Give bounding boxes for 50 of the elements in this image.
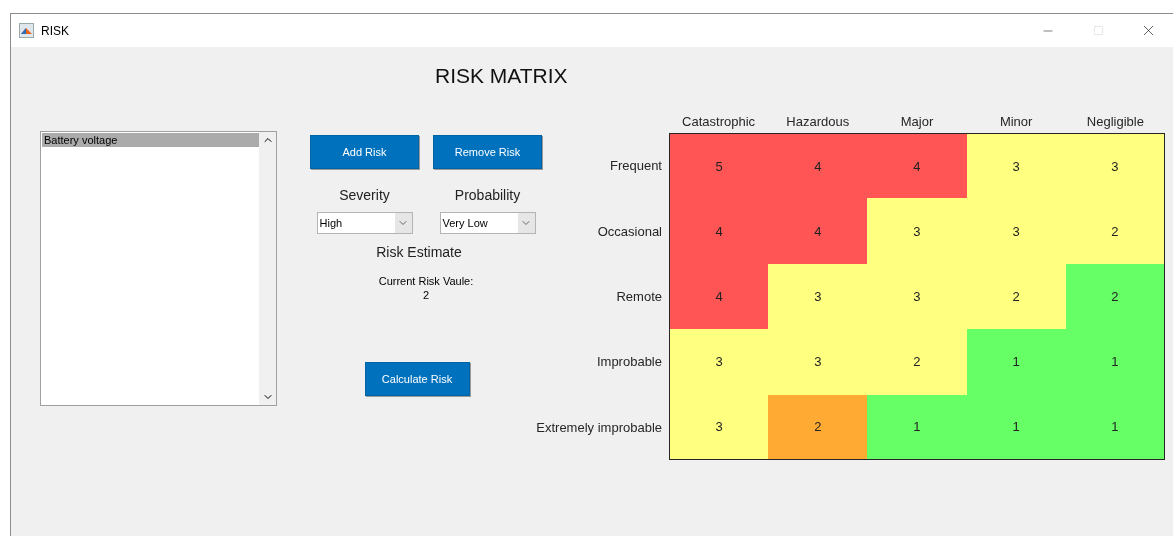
row-header: Frequent [609, 158, 662, 174]
matrix-cell: 5 [669, 133, 769, 199]
row-header: Remote [616, 288, 662, 304]
matrix-cell: 4 [669, 263, 769, 330]
matrix-cell: 3 [966, 133, 1066, 199]
window-title: RISK [41, 23, 70, 38]
matrix-cell: 4 [768, 198, 868, 264]
app-logo-icon [19, 23, 34, 38]
field-label: Probability [454, 187, 521, 203]
matrix-cell: 3 [1065, 133, 1165, 199]
matrix-cell: 3 [867, 263, 967, 330]
matrix-cell: 4 [867, 133, 967, 199]
matrix-cell: 1 [1065, 394, 1165, 460]
page-heading: RISK MATRIX [435, 64, 568, 89]
severity-dropdown[interactable]: High [316, 212, 413, 234]
matrix-cell: 1 [867, 394, 967, 460]
matrix-cell: 2 [1065, 263, 1165, 330]
matrix-cell: 3 [966, 198, 1066, 264]
column-header: Major [900, 113, 934, 129]
list-item[interactable]: Battery voltage [42, 133, 259, 147]
matrix-cell: 4 [669, 198, 769, 264]
risk-value-label: Current Risk Vaule: [378, 275, 474, 287]
add-risk-button[interactable]: Add Risk [310, 135, 419, 169]
column-header: Negligible [1086, 113, 1144, 129]
risk-value: 2 [422, 289, 430, 301]
column-header: Minor [999, 113, 1033, 129]
column-header: Catastrophic [682, 113, 756, 129]
matrix-cell: 1 [1065, 329, 1165, 395]
row-header: Occasional [597, 223, 662, 239]
row-header: Improbable [596, 354, 662, 370]
matrix-cell: 3 [669, 394, 769, 460]
matrix-cell: 3 [867, 198, 967, 264]
matrix-cell: 3 [669, 329, 769, 395]
matrix-cell: 1 [966, 394, 1066, 460]
matrix-cell: 2 [1065, 198, 1165, 264]
column-header: Hazardous [786, 113, 850, 129]
probability-dropdown[interactable]: Very Low [439, 212, 536, 234]
matrix-cell: 3 [768, 329, 868, 395]
field-label: Severity [339, 187, 390, 203]
risk-list[interactable]: Battery voltage [40, 131, 277, 406]
section-label: Risk Estimate [376, 244, 462, 260]
matrix-cell: 2 [768, 394, 868, 460]
matrix-cell: 3 [768, 263, 868, 330]
remove-risk-button[interactable]: Remove Risk [433, 135, 542, 169]
matrix-cell: 1 [966, 329, 1066, 395]
matrix-cell: 2 [966, 263, 1066, 330]
matrix-cell: 4 [768, 133, 868, 199]
matrix-cell: 2 [867, 329, 967, 395]
calculate-risk-button[interactable]: Calculate Risk [364, 362, 470, 396]
row-header: Extremely improbable [536, 419, 662, 435]
